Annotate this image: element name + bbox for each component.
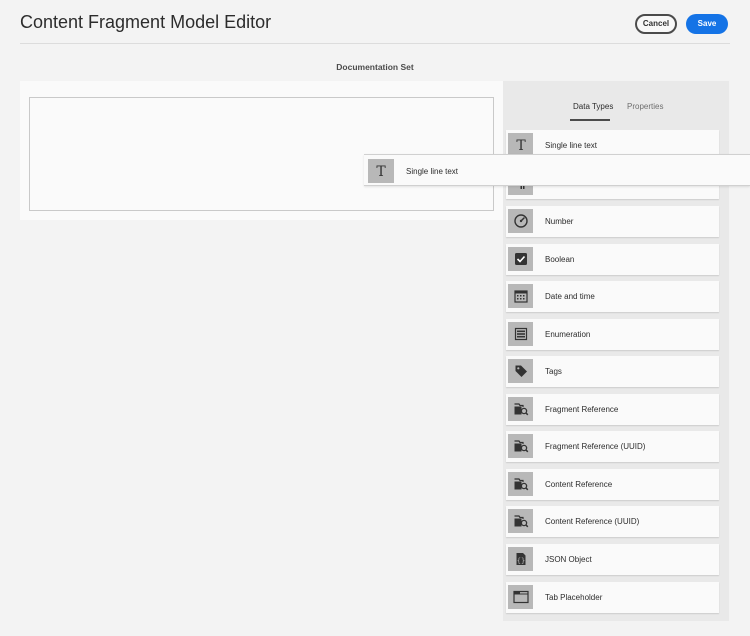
model-canvas: [20, 81, 503, 220]
svg-text:T: T: [376, 164, 386, 178]
json-file-icon: {}: [508, 547, 533, 571]
calendar-icon: [508, 284, 533, 308]
tag-icon: [508, 359, 533, 383]
tab-properties[interactable]: Properties: [627, 102, 663, 111]
data-type-label: Boolean: [545, 255, 575, 264]
gauge-icon: [508, 209, 533, 233]
dragged-data-type[interactable]: T Single line text: [364, 154, 750, 186]
tab-data-types[interactable]: Data Types: [573, 102, 613, 111]
data-type-label: Fragment Reference (UUID): [545, 442, 646, 451]
text-icon: T: [368, 159, 394, 183]
checkbox-icon: [508, 247, 533, 271]
data-type-content-reference[interactable]: Content Reference: [506, 469, 719, 500]
data-type-label: JSON Object: [545, 555, 592, 564]
model-name: Documentation Set: [336, 62, 414, 72]
data-type-tab-placeholder[interactable]: Tab Placeholder: [506, 582, 719, 613]
cancel-button[interactable]: Cancel: [635, 14, 677, 34]
save-button[interactable]: Save: [686, 14, 728, 34]
data-type-label: Content Reference: [545, 480, 613, 489]
svg-text:{}: {}: [516, 557, 524, 565]
active-tab-indicator: [570, 119, 610, 121]
tab-window-icon: [508, 585, 533, 609]
data-type-label: Tab Placeholder: [545, 593, 603, 602]
dragged-data-type-label: Single line text: [406, 167, 459, 176]
data-type-label: Number: [545, 217, 574, 226]
data-type-fragment-reference-uuid[interactable]: Fragment Reference (UUID): [506, 431, 719, 462]
data-type-label: Single line text: [545, 141, 598, 150]
data-type-tags[interactable]: Tags: [506, 356, 719, 387]
list-icon: [508, 322, 533, 346]
svg-text:T: T: [516, 138, 526, 152]
data-type-label: Enumeration: [545, 330, 591, 339]
data-type-number[interactable]: Number: [506, 206, 719, 237]
editor-header: Content Fragment Model Editor Cancel Sav…: [20, 0, 730, 44]
data-type-label: Tags: [545, 367, 562, 376]
data-type-date-and-time[interactable]: Date and time: [506, 281, 719, 312]
folder-search-icon: [508, 397, 533, 421]
data-type-enumeration[interactable]: Enumeration: [506, 319, 719, 350]
data-type-json-object[interactable]: {} JSON Object: [506, 544, 719, 575]
data-type-label: Content Reference (UUID): [545, 517, 640, 526]
data-type-content-reference-uuid[interactable]: Content Reference (UUID): [506, 506, 719, 537]
data-type-boolean[interactable]: Boolean: [506, 244, 719, 275]
data-type-fragment-reference[interactable]: Fragment Reference: [506, 394, 719, 425]
page-title: Content Fragment Model Editor: [20, 12, 272, 32]
data-type-label: Fragment Reference: [545, 405, 619, 414]
folder-search-icon: [508, 472, 533, 496]
folder-search-icon: [508, 434, 533, 458]
data-type-label: Date and time: [545, 292, 595, 301]
folder-search-icon: [508, 509, 533, 533]
